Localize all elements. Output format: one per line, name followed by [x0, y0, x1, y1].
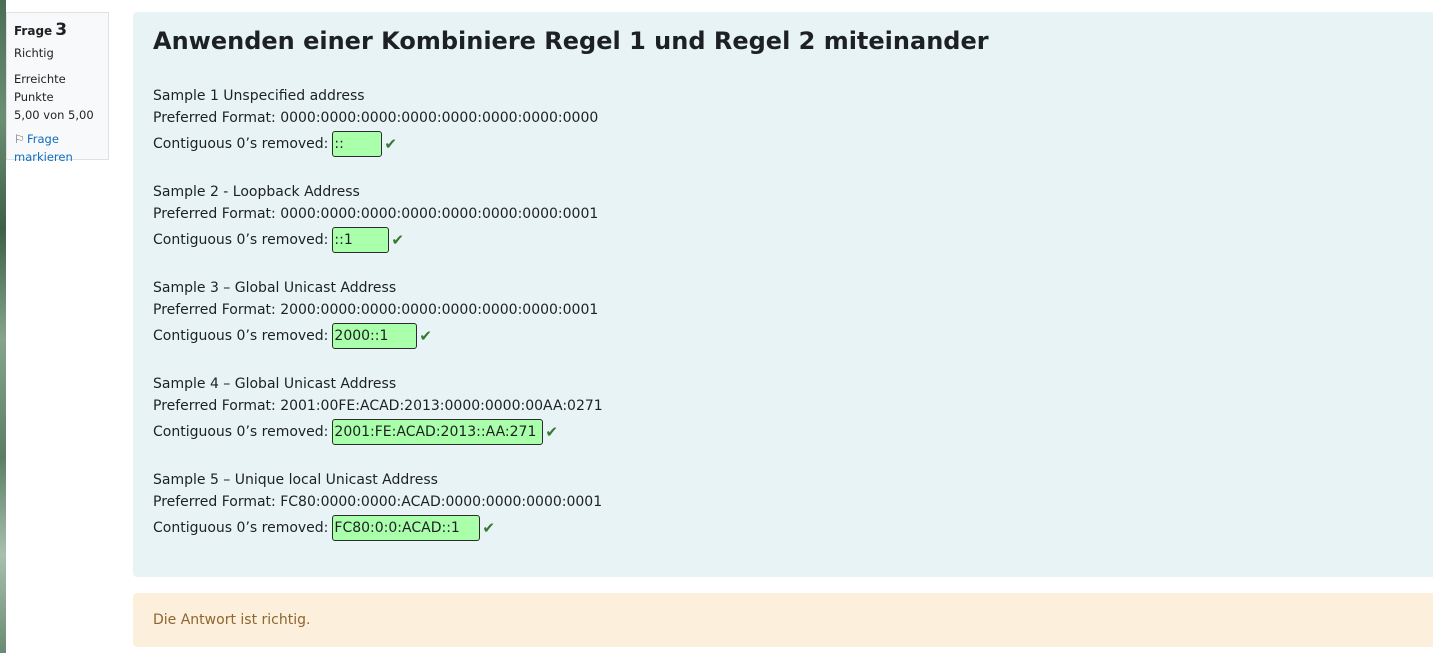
sample-heading: Sample 4 – Global Unicast Address — [153, 376, 397, 392]
question-number-value: 3 — [55, 20, 68, 40]
sample-2: Sample 2 - Loopback Address Preferred Fo… — [153, 181, 598, 253]
sample-heading: Sample 3 – Global Unicast Address — [153, 280, 397, 296]
answer-input-sample-2[interactable] — [332, 227, 390, 253]
sample-heading: Sample 2 - Loopback Address — [153, 184, 360, 200]
check-icon: ✔ — [419, 326, 432, 345]
removed-row: Contiguous 0’s removed: ✔ — [153, 419, 603, 445]
removed-label: Contiguous 0’s removed: — [153, 136, 329, 152]
grade-value: 5,00 von 5,00 — [14, 108, 94, 122]
sample-1: Sample 1 Unspecified address Preferred F… — [153, 85, 598, 157]
flag-question-link[interactable]: ⚐ Frage markieren — [14, 130, 101, 166]
question-state: Richtig — [14, 46, 54, 60]
question-title: Anwenden einer Kombiniere Regel 1 und Re… — [153, 27, 989, 55]
check-icon: ✔ — [545, 422, 558, 441]
sample-heading: Sample 1 Unspecified address — [153, 88, 365, 104]
removed-row: Contiguous 0’s removed: ✔ — [153, 323, 598, 349]
question-grade: Erreichte Punkte 5,00 von 5,00 — [14, 70, 101, 124]
flag-icon: ⚐ — [14, 132, 25, 146]
preferred-format: Preferred Format: 0000:0000:0000:0000:00… — [153, 110, 599, 126]
check-icon: ✔ — [391, 230, 404, 249]
preferred-format: Preferred Format: FC80:0000:0000:ACAD:00… — [153, 494, 603, 510]
sample-3: Sample 3 – Global Unicast Address Prefer… — [153, 277, 598, 349]
flag-label-1: Frage — [27, 132, 59, 146]
preferred-format: Preferred Format: 2001:00FE:ACAD:2013:00… — [153, 398, 603, 414]
check-icon: ✔ — [482, 518, 495, 537]
check-icon: ✔ — [384, 134, 397, 153]
question-number-label: Frage — [14, 24, 53, 38]
removed-row: Contiguous 0’s removed: ✔ — [153, 227, 598, 253]
answer-input-sample-1[interactable] — [332, 131, 383, 157]
removed-label: Contiguous 0’s removed: — [153, 232, 329, 248]
answer-input-sample-4[interactable] — [332, 419, 544, 445]
removed-label: Contiguous 0’s removed: — [153, 424, 329, 440]
question-number: Frage 3 — [14, 21, 101, 40]
sample-4: Sample 4 – Global Unicast Address Prefer… — [153, 373, 603, 445]
answer-input-sample-3[interactable] — [332, 323, 418, 349]
preferred-format: Preferred Format: 2000:0000:0000:0000:00… — [153, 302, 599, 318]
feedback-text: Die Antwort ist richtig. — [153, 612, 311, 628]
preferred-format: Preferred Format: 0000:0000:0000:0000:00… — [153, 206, 599, 222]
feedback-box: Die Antwort ist richtig. — [133, 593, 1433, 647]
sample-5: Sample 5 – Unique local Unicast Address … — [153, 469, 602, 541]
removed-row: Contiguous 0’s removed: ✔ — [153, 515, 602, 541]
removed-label: Contiguous 0’s removed: — [153, 520, 329, 536]
answer-input-sample-5[interactable] — [332, 515, 481, 541]
sample-heading: Sample 5 – Unique local Unicast Address — [153, 472, 438, 488]
removed-row: Contiguous 0’s removed: ✔ — [153, 131, 598, 157]
question-info-panel: Frage 3 Richtig Erreichte Punkte 5,00 von… — [6, 12, 109, 164]
grade-label: Erreichte Punkte — [14, 72, 66, 104]
flag-label-2: markieren — [14, 150, 73, 164]
removed-label: Contiguous 0’s removed: — [153, 328, 329, 344]
